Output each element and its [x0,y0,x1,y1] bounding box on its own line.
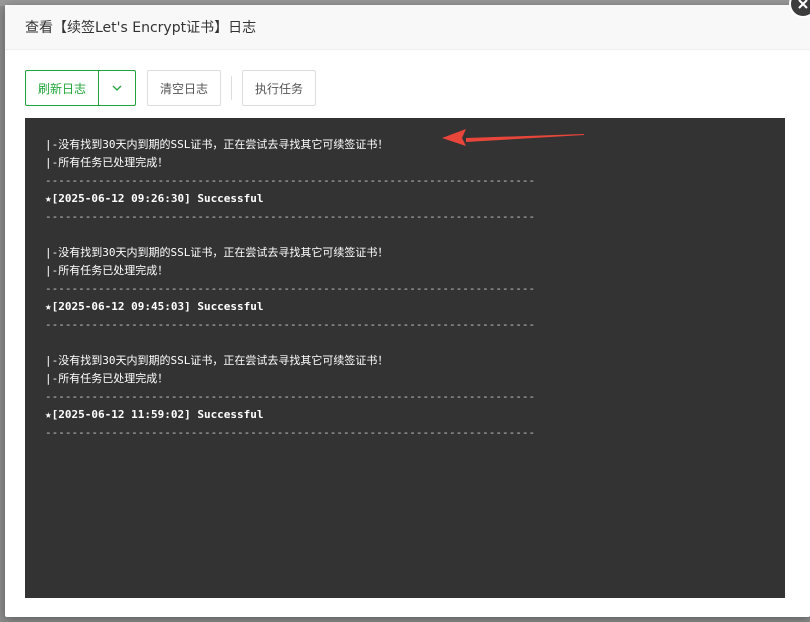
log-message-line: |-所有任务已处理完成！ [45,264,169,277]
log-separator: ----------------------------------------… [45,390,536,403]
log-status-line: ★[2025-06-12 09:26:30] Successful [45,192,264,205]
log-dialog: 查看【续签Let's Encrypt证书】日志 刷新日志 清空日志 执行任务 |… [5,5,810,617]
refresh-split-button: 刷新日志 [25,70,136,106]
dialog-title: 查看【续签Let's Encrypt证书】日志 [25,20,257,36]
log-separator: ----------------------------------------… [45,174,536,187]
log-message-line: |-没有找到30天内到期的SSL证书，正在尝试去寻找其它可续签证书！ [45,246,389,259]
log-status-line: ★[2025-06-12 09:45:03] Successful [45,300,264,313]
execute-task-button[interactable]: 执行任务 [242,70,316,106]
chevron-down-icon [112,85,122,91]
toolbar-divider [231,76,232,100]
log-message-line: |-所有任务已处理完成！ [45,372,169,385]
log-message-line: |-没有找到30天内到期的SSL证书，正在尝试去寻找其它可续签证书！ [45,138,389,151]
refresh-dropdown-toggle[interactable] [99,71,135,105]
log-message-line: |-所有任务已处理完成！ [45,156,169,169]
refresh-log-button[interactable]: 刷新日志 [26,71,99,105]
log-toolbar: 刷新日志 清空日志 执行任务 [25,70,316,106]
log-message-line: |-没有找到30天内到期的SSL证书，正在尝试去寻找其它可续签证书！ [45,354,389,367]
log-status-line: ★[2025-06-12 11:59:02] Successful [45,408,264,421]
log-separator: ----------------------------------------… [45,282,536,295]
log-blank-line [45,226,785,244]
red-arrow-annotation [442,129,584,146]
close-icon [798,0,808,9]
log-blank-line [45,334,785,352]
log-separator: ----------------------------------------… [45,426,536,439]
log-separator: ----------------------------------------… [45,318,536,331]
dialog-header: 查看【续签Let's Encrypt证书】日志 [5,5,810,50]
log-separator: ----------------------------------------… [45,210,536,223]
log-output[interactable]: |-没有找到30天内到期的SSL证书，正在尝试去寻找其它可续签证书！ |-所有任务… [25,118,785,598]
clear-log-button[interactable]: 清空日志 [147,70,221,106]
